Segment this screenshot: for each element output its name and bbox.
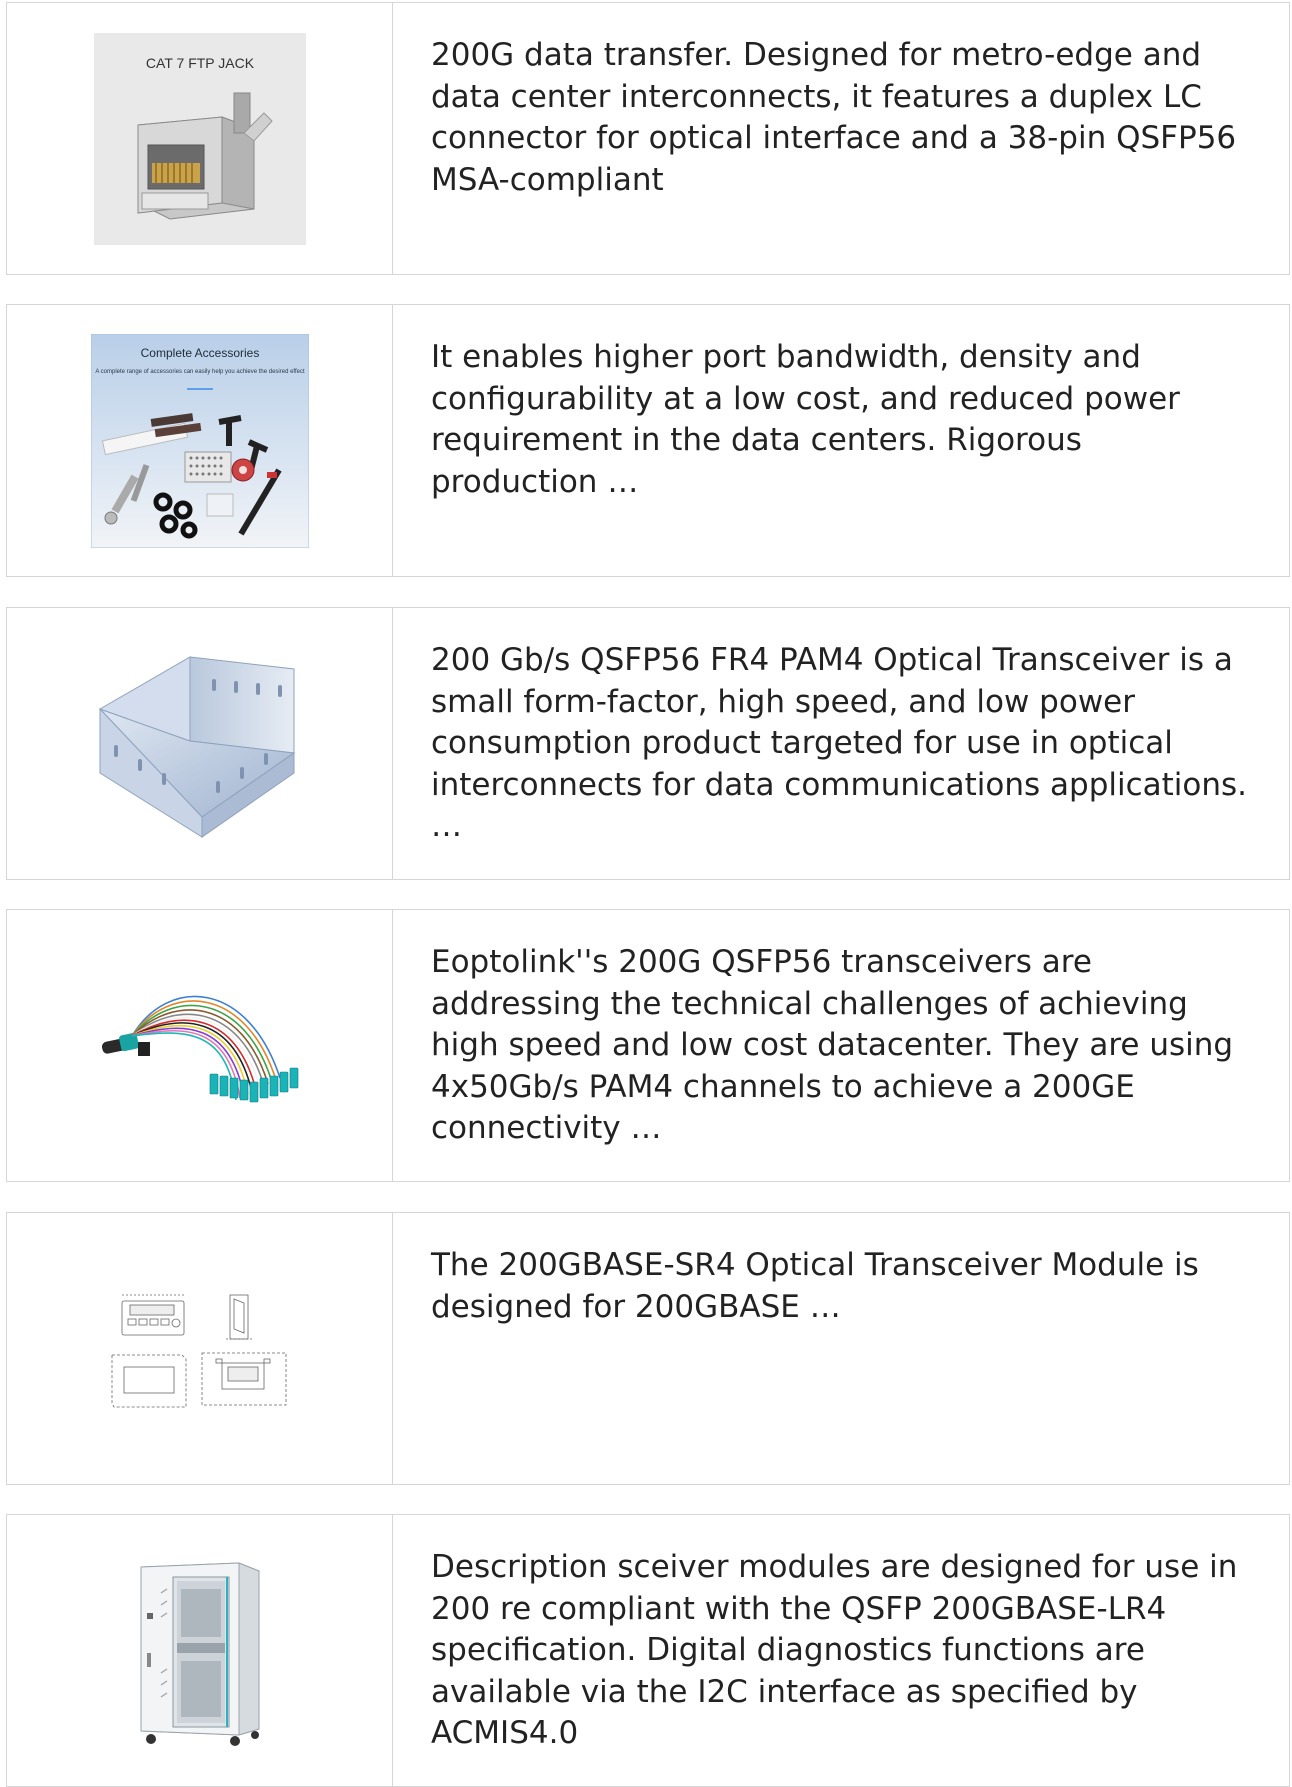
product-description[interactable]: 200G data transfer. Designed for metro-e…: [431, 35, 1251, 201]
product-description[interactable]: 200 Gb/s QSFP56 FR4 PAM4 Optical Transce…: [431, 640, 1251, 848]
product-description-cell: Eoptolink''s 200G QSFP56 transceivers ar…: [393, 910, 1289, 1181]
cable-tray-image[interactable]: [94, 649, 306, 839]
product-card[interactable]: 200 Gb/s QSFP56 FR4 PAM4 Optical Transce…: [6, 607, 1290, 880]
product-description[interactable]: It enables higher port bandwidth, densit…: [431, 337, 1251, 503]
product-image-cell[interactable]: [7, 910, 393, 1181]
product-card[interactable]: The 200GBASE-SR4 Optical Transceiver Mod…: [6, 1212, 1290, 1485]
technical-drawing-image[interactable]: [110, 1289, 290, 1409]
product-card[interactable]: Complete Accessories A complete range of…: [6, 304, 1290, 577]
cat7-ftp-jack-image[interactable]: CAT 7 FTP JACK: [93, 32, 306, 245]
fiber-fanout-cable-image[interactable]: [98, 986, 302, 1106]
product-image-cell[interactable]: [7, 608, 393, 879]
server-cabinet-image[interactable]: [135, 1553, 265, 1749]
product-description-cell: Description sceiver modules are designed…: [393, 1515, 1289, 1786]
product-description-cell: 200 Gb/s QSFP56 FR4 PAM4 Optical Transce…: [393, 608, 1289, 879]
product-card[interactable]: Eoptolink''s 200G QSFP56 transceivers ar…: [6, 909, 1290, 1182]
image-caption: CAT 7 FTP JACK: [145, 55, 254, 71]
product-image-cell[interactable]: CAT 7 FTP JACK: [7, 3, 393, 274]
image-caption: Complete Accessories: [140, 346, 259, 360]
product-description[interactable]: Description sceiver modules are designed…: [431, 1547, 1251, 1755]
product-image-cell[interactable]: [7, 1515, 393, 1786]
product-description[interactable]: Eoptolink''s 200G QSFP56 transceivers ar…: [431, 942, 1251, 1150]
accessories-kit-image[interactable]: Complete Accessories A complete range of…: [90, 333, 309, 548]
product-description[interactable]: The 200GBASE-SR4 Optical Transceiver Mod…: [431, 1245, 1251, 1328]
product-description-cell: The 200GBASE-SR4 Optical Transceiver Mod…: [393, 1213, 1289, 1484]
product-image-cell[interactable]: Complete Accessories A complete range of…: [7, 305, 393, 576]
product-card[interactable]: Description sceiver modules are designed…: [6, 1514, 1290, 1787]
product-image-cell[interactable]: [7, 1213, 393, 1484]
image-subcaption: A complete range of accessories can easi…: [95, 369, 305, 375]
product-description-cell: 200G data transfer. Designed for metro-e…: [393, 3, 1289, 274]
product-description-cell: It enables higher port bandwidth, densit…: [393, 305, 1289, 576]
product-card[interactable]: CAT 7 FTP JACK 200G data transfer. Desig…: [6, 2, 1290, 275]
